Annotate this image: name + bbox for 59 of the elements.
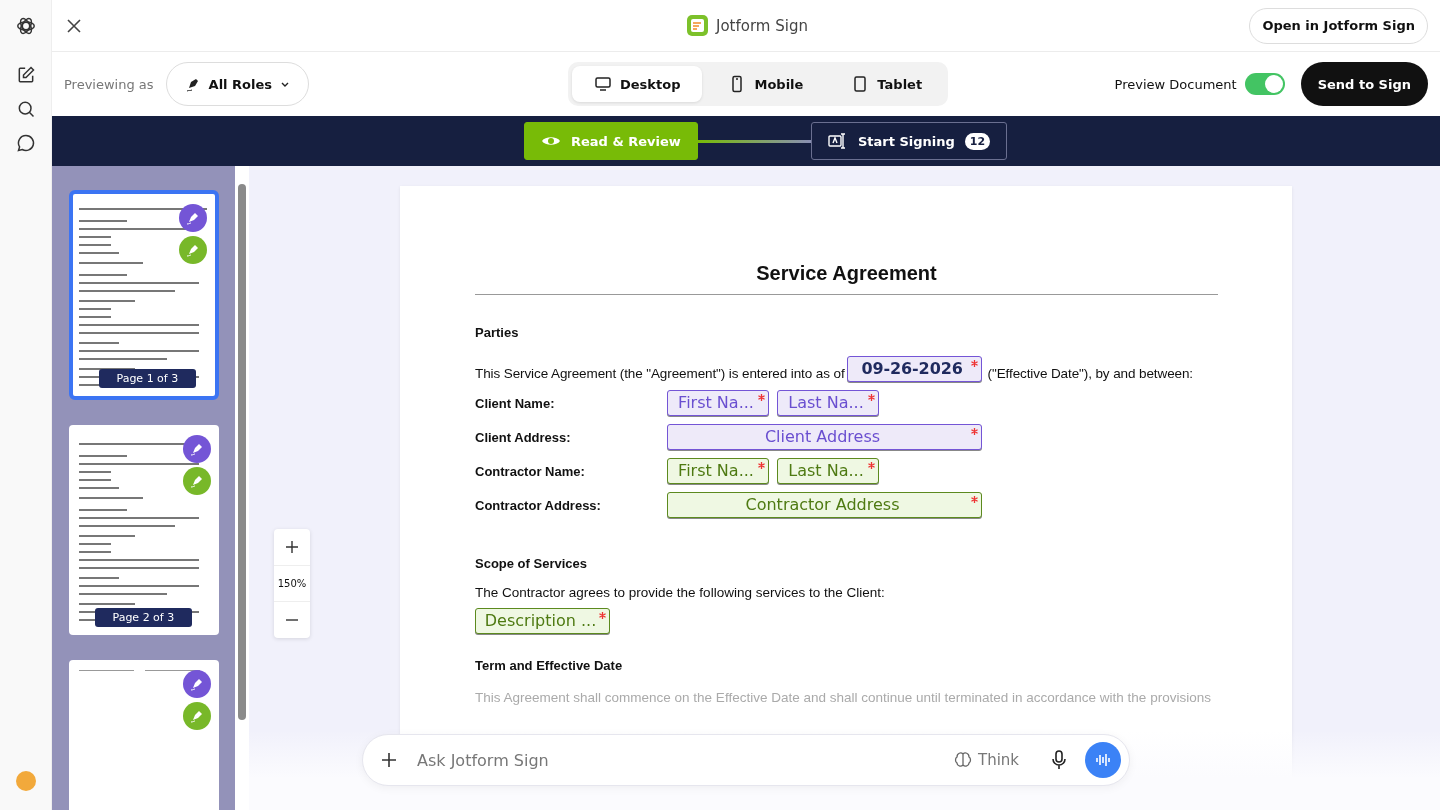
form-field[interactable]: Contractor Address <box>667 492 982 518</box>
form-field[interactable]: Description ... <box>475 608 610 634</box>
form-field[interactable]: Client Address <box>667 424 982 450</box>
app-logo-icon <box>687 15 708 36</box>
page-thumbnail[interactable]: Page 2 of 3 <box>68 425 219 635</box>
brain-icon <box>953 751 972 769</box>
section-heading: Scope of Services <box>475 556 588 571</box>
body-text: This Agreement shall commence on the Effective Date and shall continue until terminated in accordance with the provisions <box>475 689 1212 707</box>
preview-toggle[interactable] <box>1244 73 1285 95</box>
device-tab[interactable]: Tablet <box>829 66 945 102</box>
pen-badge-icon <box>178 236 207 264</box>
zoom-level: 150% <box>274 565 310 602</box>
step-tab[interactable]: Start Signing 12 <box>810 122 1008 160</box>
page-thumbnail[interactable]: Page 1 of 3 <box>68 190 219 400</box>
form-field[interactable]: First Na... <box>667 458 769 484</box>
field-label: Client Address: <box>475 429 572 445</box>
document-title: Service Agreement <box>755 262 938 285</box>
open-in-app-button[interactable]: Open in Jotform Sign <box>1249 7 1428 44</box>
device-tab[interactable]: Desktop <box>572 66 703 102</box>
form-field[interactable]: Last Na... <box>777 458 879 484</box>
preview-document-label: Preview Document <box>1114 76 1237 92</box>
body-text: This Service Agreement (the "Agreement") is entered into as of <box>475 366 845 382</box>
body-text: The Contractor agrees to provide the following services to the Client: <box>475 585 886 600</box>
section-heading: Parties <box>475 325 520 340</box>
text-field-icon <box>827 132 848 150</box>
zoom-in-icon[interactable] <box>286 541 298 553</box>
chat-icon[interactable] <box>15 133 36 153</box>
field-label: Contractor Name: <box>475 463 586 479</box>
form-field[interactable]: Last Na... <box>777 390 879 416</box>
microphone-icon[interactable] <box>1051 750 1067 770</box>
device-tab[interactable]: Mobile <box>706 66 826 102</box>
form-field[interactable]: First Na... <box>667 390 769 416</box>
page-label: Page 1 of 3 <box>98 369 197 388</box>
chat-input-field[interactable]: Ask Jotform Sign Think <box>362 734 1130 786</box>
app-title: Jotform Sign <box>716 16 808 35</box>
field-label: Contractor Address: <box>475 497 602 513</box>
pen-badge-icon <box>182 435 211 463</box>
page-thumbnail[interactable] <box>68 660 219 810</box>
think-button[interactable]: Think <box>947 750 1025 770</box>
page-label: Page 2 of 3 <box>94 608 193 627</box>
pen-badge-icon <box>182 702 211 730</box>
voice-button-icon[interactable] <box>1085 742 1121 778</box>
date-field[interactable]: 09-26-2026 <box>846 356 982 382</box>
field-label: Client Name: <box>475 395 556 411</box>
logo-icon[interactable] <box>14 15 37 37</box>
close-icon[interactable] <box>67 18 81 33</box>
pen-badge-icon <box>178 204 207 232</box>
monitor-icon <box>594 75 612 93</box>
pen-badge-icon <box>182 467 211 495</box>
pen-icon <box>184 76 201 92</box>
send-to-sign-button[interactable]: Send to Sign <box>1300 62 1428 106</box>
role-dropdown[interactable]: All Roles <box>165 62 310 106</box>
eye-icon <box>541 134 561 148</box>
count-badge: 12 <box>964 132 991 150</box>
pen-badge-icon <box>182 670 211 698</box>
section-heading: Term and Effective Date <box>475 658 624 673</box>
body-text: ("Effective Date"), by and between: <box>987 366 1194 382</box>
add-icon[interactable] <box>381 752 397 768</box>
previewing-label: Previewing as <box>64 76 154 92</box>
